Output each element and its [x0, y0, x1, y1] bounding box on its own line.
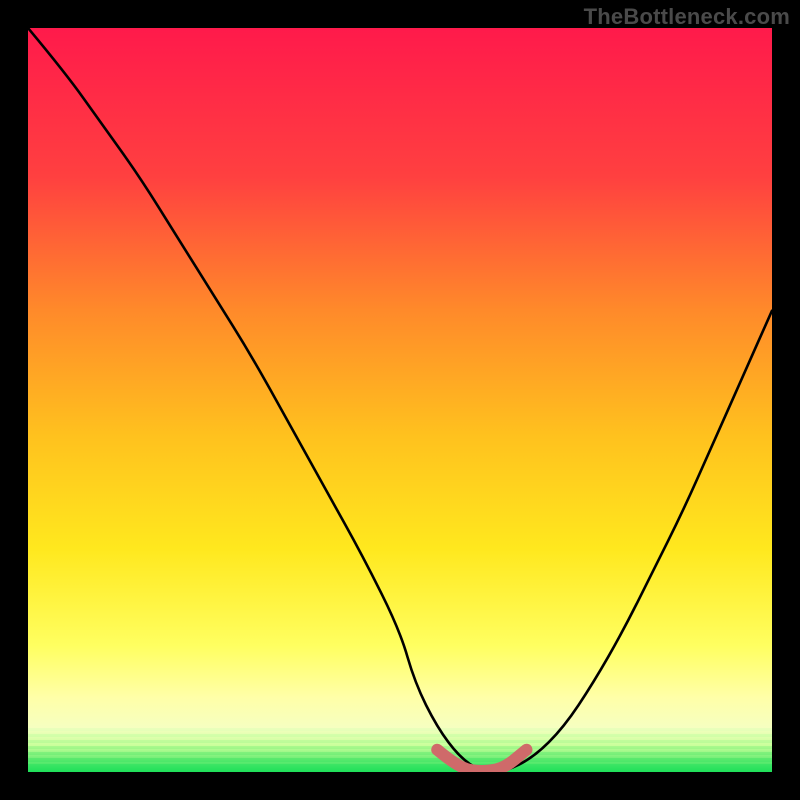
flat-bottom-overlay: [28, 28, 772, 772]
plot-area: [28, 28, 772, 772]
chart-frame: TheBottleneck.com: [0, 0, 800, 800]
watermark-text: TheBottleneck.com: [584, 4, 790, 30]
